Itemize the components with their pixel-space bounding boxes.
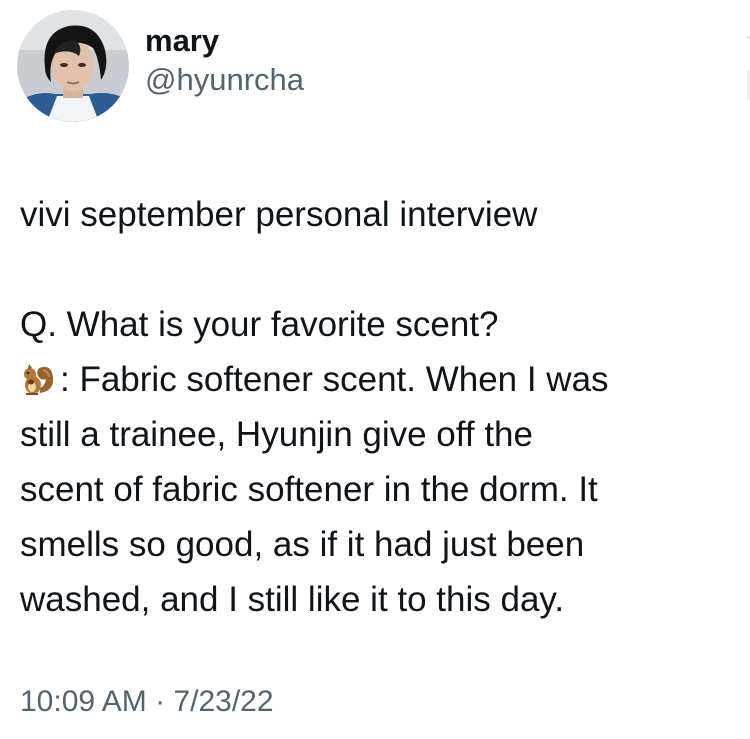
avatar[interactable] xyxy=(17,10,129,122)
tweet-time: 10:09 AM xyxy=(20,685,147,718)
tweet-header: mary @hyunrcha xyxy=(17,10,304,122)
user-names: mary @hyunrcha xyxy=(145,22,304,100)
tweet-timestamp[interactable]: 10:09 AM · 7/23/22 xyxy=(20,682,274,722)
answer-line-4: smells so good, as if it had just been xyxy=(20,525,585,564)
meta-separator: · xyxy=(146,685,174,718)
tweet-title-line: vivi september personal interview xyxy=(20,195,538,234)
profile-photo-icon xyxy=(17,10,129,122)
answer-line-1: : Fabric softener scent. When I was xyxy=(60,360,609,399)
answer-line-5: washed, and I still like it to this day. xyxy=(20,580,565,619)
answer-line-3: scent of fabric softener in the dorm. It xyxy=(20,470,598,509)
tweet-question: Q. What is your favorite scent? xyxy=(20,305,499,344)
tweet-text: vivi september personal interview Q. Wha… xyxy=(20,187,736,627)
tweet-date: 7/23/22 xyxy=(173,685,274,718)
display-name[interactable]: mary xyxy=(145,22,304,60)
edge-divider xyxy=(747,36,750,100)
tweet-answer-line: : Fabric softener scent. When I was xyxy=(20,352,736,407)
squirrel-icon xyxy=(24,364,54,395)
user-handle[interactable]: @hyunrcha xyxy=(145,60,304,100)
answer-line-2: still a trainee, Hyunjin give off the xyxy=(20,415,533,454)
tweet: mary @hyunrcha vivi september personal i… xyxy=(0,0,750,739)
